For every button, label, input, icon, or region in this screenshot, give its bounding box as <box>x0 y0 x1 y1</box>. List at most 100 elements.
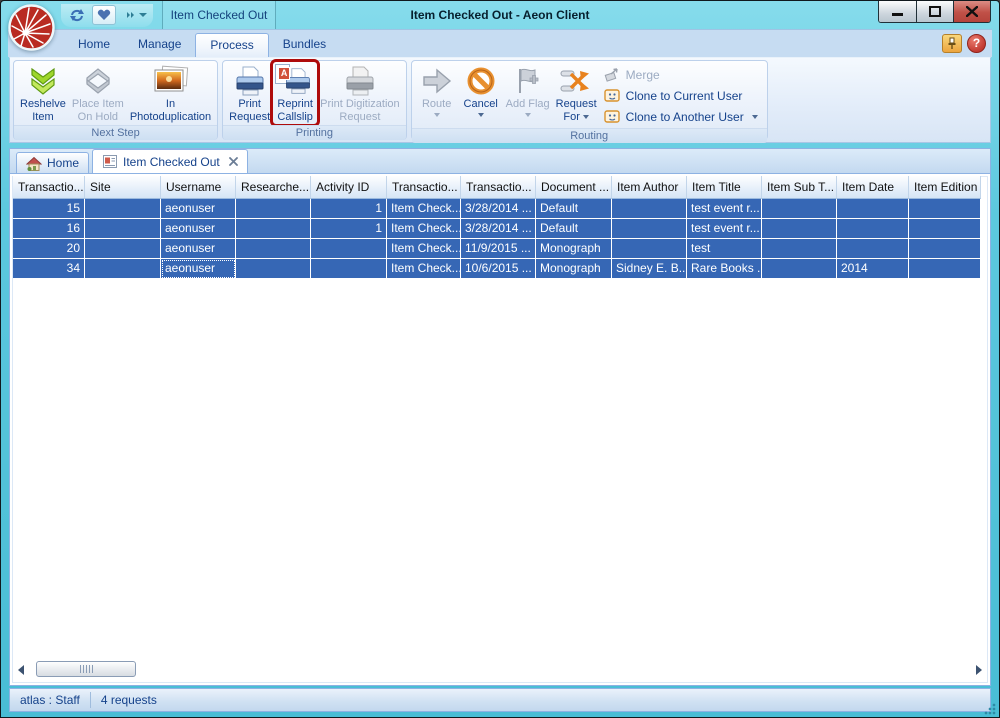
table-cell[interactable]: 1 <box>311 219 387 239</box>
table-cell[interactable]: 16 <box>13 219 85 239</box>
column-header-site[interactable]: Site <box>85 176 161 199</box>
table-cell-focused[interactable]: aeonuser <box>161 259 236 279</box>
favorites-heart-icon[interactable] <box>92 5 116 25</box>
column-header-item-title[interactable]: Item Title <box>687 176 762 199</box>
column-header-transaction-3[interactable]: Transactio... <box>461 176 536 199</box>
ribbon-tab-manage[interactable]: Manage <box>124 33 195 57</box>
column-header-item-date[interactable]: Item Date <box>837 176 909 199</box>
table-cell[interactable]: 3/28/2014 ... <box>461 199 536 219</box>
column-header-activity-id[interactable]: Activity ID <box>311 176 387 199</box>
table-cell[interactable]: Rare Books ... <box>687 259 762 279</box>
table-cell[interactable]: test event r... <box>687 199 762 219</box>
table-cell[interactable] <box>612 219 687 239</box>
column-header-username[interactable]: Username <box>161 176 236 199</box>
table-cell[interactable]: test <box>687 239 762 259</box>
table-cell[interactable] <box>762 219 837 239</box>
table-cell[interactable] <box>85 239 161 259</box>
table-row[interactable]: 20 aeonuser Item Check... 11/9/2015 ... … <box>13 239 981 259</box>
table-cell[interactable]: 34 <box>13 259 85 279</box>
table-cell[interactable] <box>85 259 161 279</box>
table-cell[interactable]: Monograph <box>536 239 612 259</box>
table-cell[interactable]: aeonuser <box>161 219 236 239</box>
table-cell[interactable] <box>85 219 161 239</box>
table-cell[interactable]: Sidney E. B... <box>612 259 687 279</box>
table-cell[interactable] <box>909 239 981 259</box>
resize-grip[interactable] <box>984 703 996 715</box>
table-cell[interactable] <box>311 259 387 279</box>
table-cell[interactable] <box>837 199 909 219</box>
table-cell[interactable] <box>85 199 161 219</box>
table-cell[interactable] <box>762 199 837 219</box>
print-request-button[interactable]: PrintRequest <box>226 62 273 124</box>
app-menu-logo[interactable] <box>8 4 55 51</box>
table-cell[interactable]: Default <box>536 199 612 219</box>
table-cell[interactable] <box>837 219 909 239</box>
table-row[interactable]: 16 aeonuser 1 Item Check... 3/28/2014 ..… <box>13 219 981 239</box>
scroll-left-button[interactable] <box>14 661 28 678</box>
table-cell[interactable]: 11/9/2015 ... <box>461 239 536 259</box>
table-cell[interactable]: 20 <box>13 239 85 259</box>
table-cell[interactable] <box>236 219 311 239</box>
table-cell[interactable] <box>612 239 687 259</box>
doc-tab-home[interactable]: Home <box>16 152 89 173</box>
table-cell[interactable]: Item Check... <box>387 219 461 239</box>
table-cell[interactable]: 10/6/2015 ... <box>461 259 536 279</box>
column-header-transaction-2[interactable]: Transactio... <box>387 176 461 199</box>
qat-overflow-button[interactable] <box>127 11 147 19</box>
column-header-item-edition[interactable]: Item Edition <box>909 176 981 199</box>
table-cell[interactable] <box>909 259 981 279</box>
table-cell[interactable]: Monograph <box>536 259 612 279</box>
ribbon-tab-process[interactable]: Process <box>195 33 268 57</box>
maximize-button[interactable] <box>916 1 953 22</box>
merge-button: Merge <box>604 64 758 85</box>
ribbon-tab-bundles[interactable]: Bundles <box>269 33 340 57</box>
table-cell[interactable]: aeonuser <box>161 239 236 259</box>
table-cell[interactable] <box>762 239 837 259</box>
table-cell[interactable]: 1 <box>311 199 387 219</box>
pin-ribbon-button[interactable] <box>942 34 962 53</box>
table-cell[interactable] <box>837 239 909 259</box>
table-cell[interactable]: Item Check... <box>387 259 461 279</box>
request-for-button[interactable]: RequestFor <box>553 62 600 124</box>
reprint-callslip-button[interactable]: A ReprintCallslip <box>273 62 317 124</box>
refresh-icon[interactable] <box>65 5 89 25</box>
scroll-right-button[interactable] <box>972 661 986 678</box>
scrollbar-thumb[interactable] <box>36 661 136 677</box>
table-cell[interactable]: Default <box>536 219 612 239</box>
minimize-button[interactable] <box>879 1 916 22</box>
table-cell[interactable]: 3/28/2014 ... <box>461 219 536 239</box>
close-button[interactable] <box>953 1 990 22</box>
table-cell[interactable]: test event r... <box>687 219 762 239</box>
table-cell[interactable] <box>236 239 311 259</box>
help-button[interactable]: ? <box>967 34 986 53</box>
close-tab-button[interactable] <box>229 157 238 166</box>
table-cell[interactable] <box>909 219 981 239</box>
table-cell[interactable] <box>909 199 981 219</box>
table-cell[interactable] <box>311 239 387 259</box>
table-cell[interactable] <box>236 199 311 219</box>
table-cell[interactable] <box>236 259 311 279</box>
column-header-transaction[interactable]: Transactio... <box>13 176 85 199</box>
column-header-item-sub-title[interactable]: Item Sub T... <box>762 176 837 199</box>
table-cell[interactable]: 2014 <box>837 259 909 279</box>
ribbon-tab-home[interactable]: Home <box>64 33 124 57</box>
table-row[interactable]: 34 aeonuser Item Check... 10/6/2015 ... … <box>13 259 981 279</box>
clone-to-another-user-button[interactable]: Clone to Another User <box>604 106 758 127</box>
table-cell[interactable]: Item Check... <box>387 199 461 219</box>
column-header-item-author[interactable]: Item Author <box>612 176 687 199</box>
clone-to-current-user-button[interactable]: Clone to Current User <box>604 85 758 106</box>
table-cell[interactable]: Item Check... <box>387 239 461 259</box>
table-cell[interactable] <box>762 259 837 279</box>
table-row[interactable]: 15 aeonuser 1 Item Check... 3/28/2014 ..… <box>13 199 981 219</box>
table-cell[interactable]: aeonuser <box>161 199 236 219</box>
in-photoduplication-button[interactable]: InPhotoduplication <box>127 62 214 124</box>
pushpin-icon <box>947 37 957 50</box>
scrollbar-track[interactable] <box>28 661 972 678</box>
table-cell[interactable]: 15 <box>13 199 85 219</box>
table-cell[interactable] <box>612 199 687 219</box>
column-header-researcher[interactable]: Researche... <box>236 176 311 199</box>
reshelve-item-button[interactable]: ReshelveItem <box>17 62 69 124</box>
column-header-document[interactable]: Document ... <box>536 176 612 199</box>
cancel-button[interactable]: Cancel <box>459 62 503 118</box>
doc-tab-item-checked-out[interactable]: Item Checked Out <box>92 149 248 173</box>
